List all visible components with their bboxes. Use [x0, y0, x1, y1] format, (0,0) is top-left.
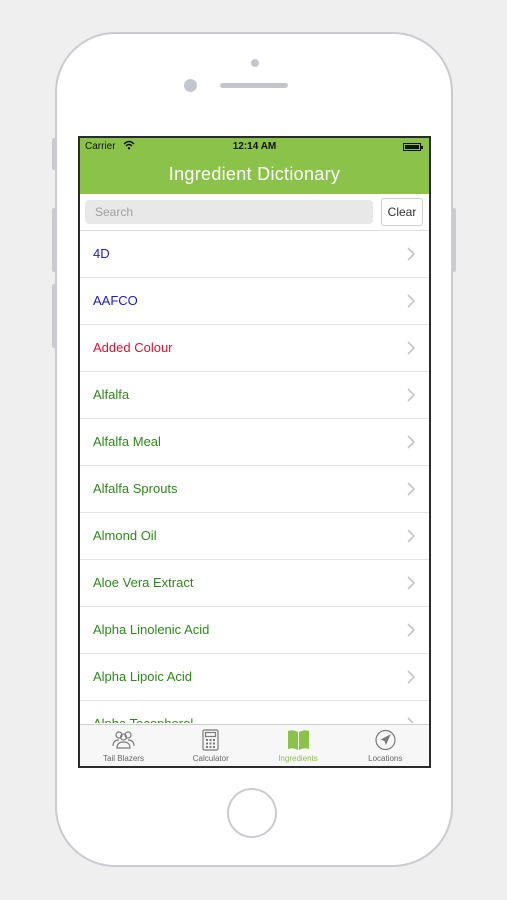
list-item-label: Alpha Linolenic Acid	[93, 622, 210, 637]
battery-level	[405, 145, 419, 149]
list-item-label: 4D	[93, 246, 110, 261]
list-item[interactable]: Alpha Tocopherol	[80, 701, 429, 723]
battery-icon	[403, 143, 423, 151]
status-bar: Carrier 12:14 AM	[80, 140, 429, 157]
list-item[interactable]: AAFCO	[80, 278, 429, 325]
home-button[interactable]	[227, 788, 277, 838]
tab-locations[interactable]: Locations	[342, 725, 429, 766]
tab-bar: Tail Blazers Calculator Ingredients Loca…	[80, 724, 429, 766]
chevron-right-icon	[407, 529, 415, 543]
list-item-label: Aloe Vera Extract	[93, 575, 194, 590]
list-item[interactable]: 4D	[80, 231, 429, 278]
group-icon	[112, 731, 135, 749]
list-item[interactable]: Alfalfa Sprouts	[80, 466, 429, 513]
tab-label: Locations	[368, 754, 403, 763]
chevron-right-icon	[407, 482, 415, 496]
list-item-label: AAFCO	[93, 293, 138, 308]
list-item[interactable]: Added Colour	[80, 325, 429, 372]
earpiece-speaker	[220, 83, 288, 88]
tab-tail-blazers[interactable]: Tail Blazers	[80, 725, 167, 766]
chevron-right-icon	[407, 576, 415, 590]
page-title: Ingredient Dictionary	[168, 164, 341, 184]
tab-label: Ingredients	[278, 754, 318, 763]
tab-ingredients[interactable]: Ingredients	[255, 725, 342, 766]
chevron-right-icon	[407, 435, 415, 449]
chevron-right-icon	[407, 623, 415, 637]
chevron-right-icon	[407, 717, 415, 723]
location-arrow-icon	[375, 729, 396, 751]
list-item-label: Added Colour	[93, 340, 173, 355]
list-item-label: Alpha Tocopherol	[93, 716, 193, 723]
status-time: 12:14 AM	[232, 141, 277, 152]
proximity-sensor	[251, 59, 259, 67]
tab-label: Calculator	[192, 754, 229, 763]
list-item[interactable]: Almond Oil	[80, 513, 429, 560]
volume-down-button	[52, 284, 56, 348]
list-item-label: Alfalfa Meal	[93, 434, 161, 449]
app-screen: Carrier 12:14 AM Ingredient Dictionary C…	[78, 136, 431, 768]
list-item[interactable]: Aloe Vera Extract	[80, 560, 429, 607]
ingredient-list[interactable]: 4D AAFCO Added Colour Alfalfa Alfalfa Meal Al…	[80, 231, 429, 723]
chevron-right-icon	[407, 247, 415, 261]
volume-up-button	[52, 208, 56, 272]
mute-switch	[52, 138, 56, 170]
list-item-label: Alpha Lipoic Acid	[93, 669, 193, 684]
chevron-right-icon	[407, 294, 415, 308]
clear-button[interactable]: Clear	[381, 198, 423, 226]
tab-calculator[interactable]: Calculator	[167, 725, 254, 766]
list-item[interactable]: Alpha Linolenic Acid	[80, 607, 429, 654]
list-item[interactable]: Alpha Lipoic Acid	[80, 654, 429, 701]
book-icon	[287, 730, 309, 750]
list-item-label: Alfalfa Sprouts	[93, 481, 178, 496]
list-item-label: Alfalfa	[93, 387, 130, 402]
chevron-right-icon	[407, 670, 415, 684]
search-input[interactable]	[85, 200, 373, 224]
chevron-right-icon	[407, 341, 415, 355]
chevron-right-icon	[407, 388, 415, 402]
front-camera	[184, 79, 197, 92]
tab-label: Tail Blazers	[103, 754, 144, 763]
list-item-label: Almond Oil	[93, 528, 157, 543]
nav-header: Carrier 12:14 AM Ingredient Dictionary	[80, 138, 429, 194]
search-bar: Clear	[80, 194, 429, 231]
list-item[interactable]: Alfalfa Meal	[80, 419, 429, 466]
list-item[interactable]: Alfalfa	[80, 372, 429, 419]
calculator-icon	[202, 729, 219, 751]
power-button	[452, 208, 456, 272]
